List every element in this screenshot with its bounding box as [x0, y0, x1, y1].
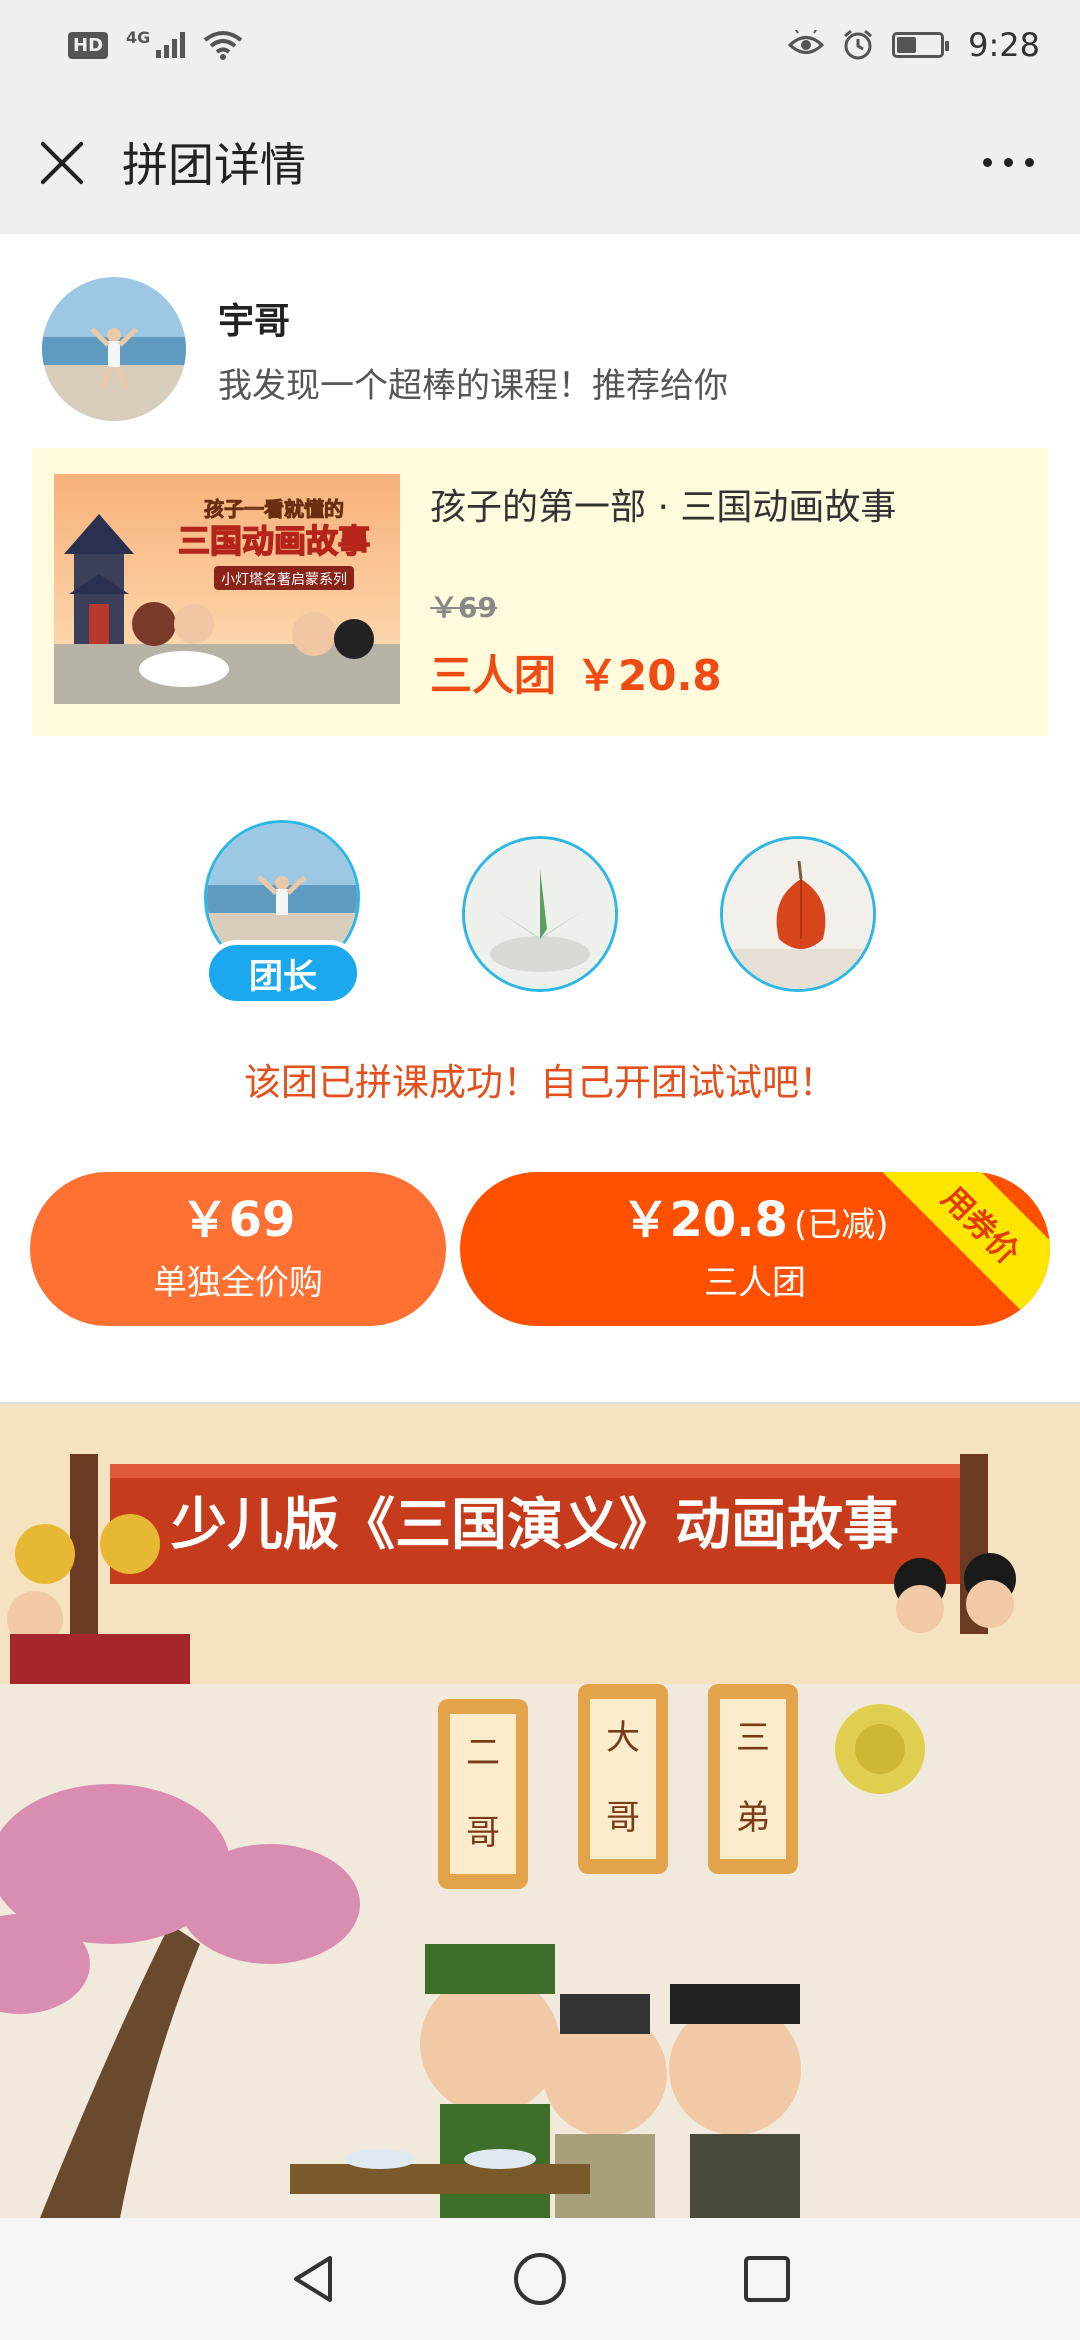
alarm-icon: [844, 29, 873, 60]
group-price-row: ￥20.8 (已减): [622, 1194, 889, 1247]
plaque-char: 哥: [466, 1813, 500, 1853]
signal-icon: [156, 32, 186, 58]
sharer-text: 宇哥 我发现一个超棒的课程！推荐给你: [218, 292, 728, 407]
plaque-char: 哥: [606, 1798, 640, 1838]
course-original-price: ￥69: [430, 591, 497, 624]
status-bar: HD 4G 9:28: [0, 0, 1080, 90]
solo-label: 单独全价购: [153, 1262, 323, 1303]
home-nav-icon[interactable]: [500, 2239, 580, 2319]
plaque-1: 二 哥: [438, 1699, 528, 1889]
status-left: HD 4G: [68, 27, 243, 60]
course-group-price-row: 三人团 ￥20.8: [430, 642, 722, 703]
cover-headline-1: 孩子一看就懂的: [204, 497, 344, 521]
plaque-3: 三 弟: [708, 1684, 798, 1874]
member-avatar-3[interactable]: [720, 836, 876, 992]
wifi-icon: [204, 31, 243, 60]
status-right: 9:28: [788, 26, 1040, 64]
course-group-price: ￥20.8: [576, 651, 722, 700]
sharer-name: 宇哥: [218, 300, 291, 342]
close-icon[interactable]: [36, 136, 88, 188]
coupon-ribbon: 用券价: [876, 1172, 1050, 1326]
cover-series: 小灯塔名著启蒙系列: [221, 572, 347, 588]
network-label: 4G: [126, 27, 151, 47]
hd-badge: HD: [68, 31, 109, 59]
recents-nav-icon[interactable]: [727, 2239, 807, 2319]
sharer-avatar[interactable]: [42, 277, 186, 421]
course-group-type: 三人团: [430, 651, 557, 700]
back-nav-icon[interactable]: [273, 2239, 353, 2319]
plaque-char: 二: [466, 1733, 500, 1773]
course-title: 孩子的第一部 · 三国动画故事: [430, 487, 897, 528]
sharer-message: 我发现一个超棒的课程！推荐给你: [218, 365, 728, 406]
eye-icon: [788, 30, 825, 54]
course-info: 孩子的第一部 · 三国动画故事 ￥69 三人团 ￥20.8: [430, 474, 1026, 710]
course-card[interactable]: 孩子一看就懂的 三国动画故事 小灯塔名著启蒙系列 孩子的第一部 · 三国动画故事…: [32, 448, 1048, 736]
plaque-char: 大: [606, 1718, 640, 1758]
course-cover: 孩子一看就懂的 三国动画故事 小灯塔名著启蒙系列: [54, 474, 400, 704]
group-label: 三人团: [704, 1262, 806, 1303]
system-nav-bar: [0, 2218, 1080, 2340]
plaque-2: 大 哥: [578, 1684, 668, 1874]
group-price: ￥20.8: [621, 1192, 788, 1249]
poster-banner-title: 少儿版《三国演义》动画故事: [171, 1493, 899, 1558]
start-group-button[interactable]: ￥20.8 (已减) 三人团 用券价: [460, 1172, 1050, 1326]
leader-badge: 团长: [204, 940, 362, 1006]
solo-price: ￥69: [180, 1192, 296, 1249]
app-header: 拼团详情: [0, 90, 1080, 234]
more-icon[interactable]: [973, 148, 1044, 177]
clock: 9:28: [968, 26, 1040, 64]
page-title: 拼团详情: [122, 138, 306, 192]
sharer-info: 宇哥 我发现一个超棒的课程！推荐给你: [42, 276, 1042, 422]
plaque-char: 三: [736, 1718, 770, 1758]
group-price-note: (已减): [793, 1205, 889, 1246]
group-status-message: 该团已拼课成功！自己开团试试吧！: [244, 1061, 836, 1104]
course-poster: 少儿版《三国演义》动画故事 二 哥 大 哥 三 弟: [0, 1404, 1080, 2218]
battery-icon: [892, 32, 950, 58]
plaque-char: 弟: [736, 1798, 770, 1838]
cover-headline-2: 三国动画故事: [178, 522, 370, 560]
buy-solo-button[interactable]: ￥69 单独全价购: [30, 1172, 446, 1326]
member-avatar-2[interactable]: [462, 836, 618, 992]
